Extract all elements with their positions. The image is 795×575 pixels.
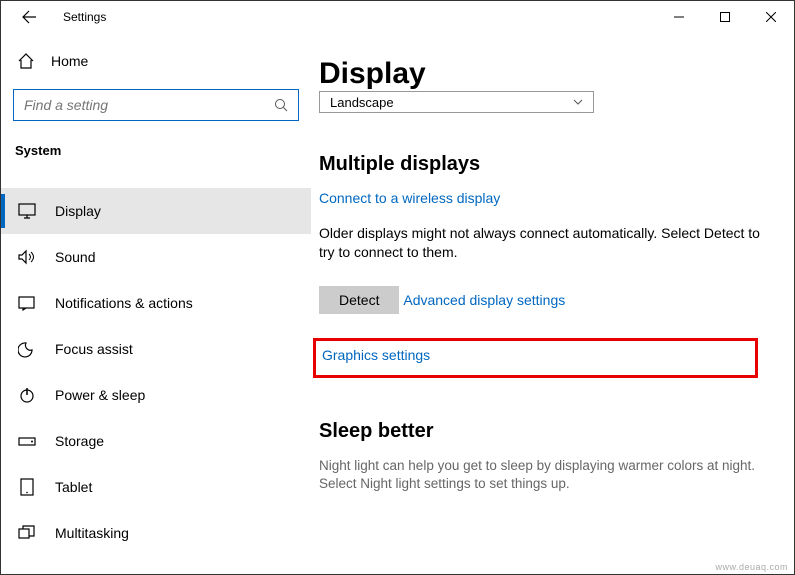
window-title: Settings — [63, 10, 106, 24]
sidebar-item-display[interactable]: Display — [1, 188, 311, 234]
back-arrow-icon — [21, 9, 37, 25]
sidebar-item-label: Tablet — [55, 479, 92, 495]
graphics-settings-highlight: Graphics settings — [313, 338, 758, 378]
home-label: Home — [51, 53, 88, 69]
back-button[interactable] — [13, 1, 45, 33]
search-input[interactable] — [24, 97, 274, 113]
sidebar-item-multitasking[interactable]: Multitasking — [1, 510, 311, 556]
sidebar-item-power-sleep[interactable]: Power & sleep — [1, 372, 311, 418]
maximize-icon — [720, 12, 730, 22]
window-controls — [656, 1, 794, 33]
detect-button[interactable]: Detect — [319, 286, 399, 314]
sleep-better-heading: Sleep better — [319, 420, 764, 443]
minimize-button[interactable] — [656, 1, 702, 33]
close-button[interactable] — [748, 1, 794, 33]
title-bar: Settings — [1, 1, 794, 33]
search-box[interactable] — [13, 89, 299, 121]
page-title: Display — [319, 57, 764, 91]
wireless-display-link[interactable]: Connect to a wireless display — [319, 190, 500, 206]
graphics-settings-link[interactable]: Graphics settings — [322, 347, 430, 363]
sidebar-item-focus-assist[interactable]: Focus assist — [1, 326, 311, 372]
sound-icon — [17, 249, 37, 265]
notifications-icon — [17, 295, 37, 311]
home-button[interactable]: Home — [13, 41, 299, 81]
maximize-button[interactable] — [702, 1, 748, 33]
watermark: www.deuaq.com — [715, 562, 788, 572]
sidebar-item-label: Multitasking — [55, 525, 129, 541]
sidebar-item-storage[interactable]: Storage — [1, 418, 311, 464]
close-icon — [766, 12, 776, 22]
detect-help-text: Older displays might not always connect … — [319, 224, 764, 262]
sidebar-item-label: Storage — [55, 433, 104, 449]
nav-list: Display Sound Notifications & actions Fo… — [1, 188, 311, 556]
content-area: Display Landscape Multiple displays Conn… — [311, 33, 794, 574]
section-label-system: System — [13, 143, 299, 158]
advanced-display-link[interactable]: Advanced display settings — [403, 292, 565, 308]
sidebar-item-label: Power & sleep — [55, 387, 145, 403]
sleep-better-text: Night light can help you get to sleep by… — [319, 457, 764, 493]
chevron-down-icon — [573, 99, 583, 105]
orientation-dropdown[interactable]: Landscape — [319, 91, 594, 113]
search-icon — [274, 98, 288, 112]
sidebar-item-tablet[interactable]: Tablet — [1, 464, 311, 510]
multiple-displays-heading: Multiple displays — [319, 153, 764, 176]
sidebar-item-label: Display — [55, 203, 101, 219]
sidebar-item-label: Sound — [55, 249, 95, 265]
focus-assist-icon — [17, 340, 37, 358]
home-icon — [17, 52, 35, 70]
sidebar-item-notifications[interactable]: Notifications & actions — [1, 280, 311, 326]
minimize-icon — [674, 12, 684, 22]
storage-icon — [17, 434, 37, 448]
power-icon — [17, 386, 37, 404]
multitasking-icon — [17, 525, 37, 541]
tablet-icon — [17, 478, 37, 496]
display-icon — [17, 203, 37, 219]
sidebar-item-label: Focus assist — [55, 341, 133, 357]
sidebar-item-sound[interactable]: Sound — [1, 234, 311, 280]
orientation-value: Landscape — [330, 95, 394, 110]
sidebar-item-label: Notifications & actions — [55, 295, 193, 311]
sidebar: Home System Display Sound — [1, 33, 311, 574]
